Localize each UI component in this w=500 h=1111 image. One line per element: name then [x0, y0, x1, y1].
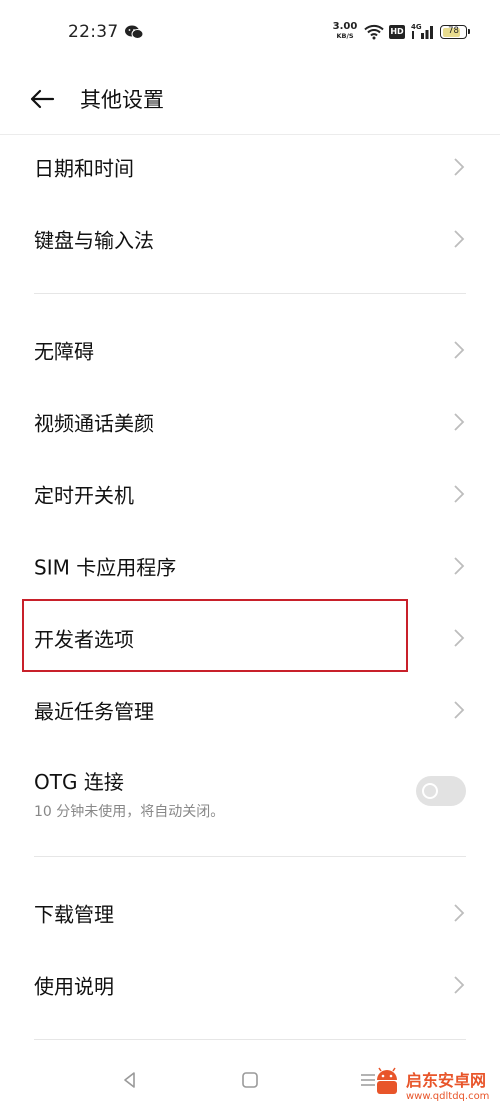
settings-item-label: SIM 卡应用程序 — [34, 555, 177, 580]
net-speed: 3.00 KB/S — [330, 22, 360, 41]
section-divider — [34, 293, 466, 294]
nav-home-icon[interactable] — [241, 1071, 259, 1089]
otg-title: OTG 连接 — [34, 770, 124, 794]
battery-cap — [467, 29, 470, 34]
settings-item-label: 无障碍 — [34, 339, 94, 364]
net-speed-value: 3.00 — [332, 21, 358, 32]
settings-item-recent-tasks[interactable]: 最近任务管理 — [0, 674, 500, 746]
signal-icon: 4G — [411, 23, 433, 39]
settings-item-label: 最近任务管理 — [34, 699, 154, 724]
toggle-knob — [422, 783, 438, 799]
settings-item-label: 下载管理 — [34, 902, 114, 927]
chevron-right-icon — [454, 413, 465, 431]
settings-item-label: 定时开关机 — [34, 483, 134, 508]
wifi-icon — [364, 24, 384, 40]
battery-indicator: 78 — [440, 25, 470, 39]
chevron-right-icon — [454, 701, 465, 719]
otg-toggle-switch[interactable] — [416, 776, 466, 806]
chevron-right-icon — [454, 629, 465, 647]
battery-level-text: 78 — [448, 26, 459, 36]
status-bar: 22:37 3.00 KB/S HD 4G 78 — [0, 0, 500, 64]
settings-item-video-call-beauty[interactable]: 视频通话美颜 — [0, 386, 500, 458]
chevron-right-icon — [454, 904, 465, 922]
hd-icon: HD — [389, 25, 405, 39]
nav-back-icon[interactable] — [120, 1070, 140, 1090]
otg-subtitle: 10 分钟未使用，将自动关闭。 — [34, 804, 225, 820]
settings-item-label: 视频通话美颜 — [34, 411, 154, 436]
settings-item-scheduled-power[interactable]: 定时开关机 — [0, 458, 500, 530]
settings-item-label: 键盘与输入法 — [34, 228, 154, 253]
settings-item-accessibility[interactable]: 无障碍 — [0, 314, 500, 386]
app-header: 其他设置 — [0, 64, 500, 135]
settings-item-sim-apps[interactable]: SIM 卡应用程序 — [0, 530, 500, 602]
site-watermark: 启东安卓网 www.qdltdq.com — [372, 1060, 500, 1111]
watermark-url: www.qdltdq.com — [406, 1091, 490, 1102]
svg-text:4G: 4G — [411, 23, 422, 31]
status-time: 22:37 — [68, 22, 119, 42]
chevron-right-icon — [454, 557, 465, 575]
settings-item-label: 日期和时间 — [34, 156, 134, 181]
section-divider — [34, 856, 466, 857]
settings-item-user-guide[interactable]: 使用说明 — [0, 949, 500, 1021]
settings-item-date-time[interactable]: 日期和时间 — [0, 131, 500, 203]
back-arrow-icon[interactable] — [22, 79, 62, 119]
watermark-name: 启东安卓网 — [406, 1071, 487, 1090]
settings-item-download-manager[interactable]: 下载管理 — [0, 877, 500, 949]
wechat-icon — [125, 25, 144, 39]
page-title: 其他设置 — [80, 88, 164, 112]
net-speed-unit: KB/S — [336, 32, 354, 40]
chevron-right-icon — [454, 158, 465, 176]
android-robot-logo-icon — [377, 1067, 397, 1094]
chevron-right-icon — [454, 485, 465, 503]
highlight-annotation-box — [22, 599, 408, 672]
chevron-right-icon — [454, 341, 465, 359]
settings-item-label: 使用说明 — [34, 974, 114, 999]
chevron-right-icon — [454, 976, 465, 994]
chevron-right-icon — [454, 230, 465, 248]
settings-item-keyboard-input[interactable]: 键盘与输入法 — [0, 203, 500, 275]
